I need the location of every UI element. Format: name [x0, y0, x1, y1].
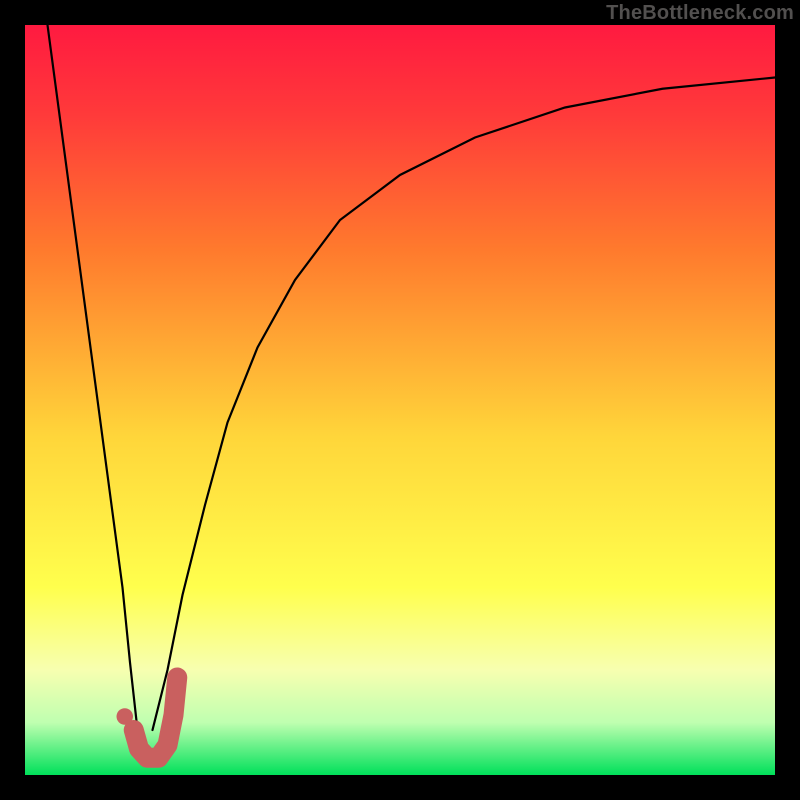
- right-branch-curve: [153, 78, 776, 731]
- chart-frame: TheBottleneck.com: [0, 0, 800, 800]
- curves-layer: [25, 25, 775, 775]
- watermark-text: TheBottleneck.com: [606, 2, 794, 25]
- j-marker-dot: [117, 708, 134, 725]
- left-branch-curve: [48, 25, 138, 730]
